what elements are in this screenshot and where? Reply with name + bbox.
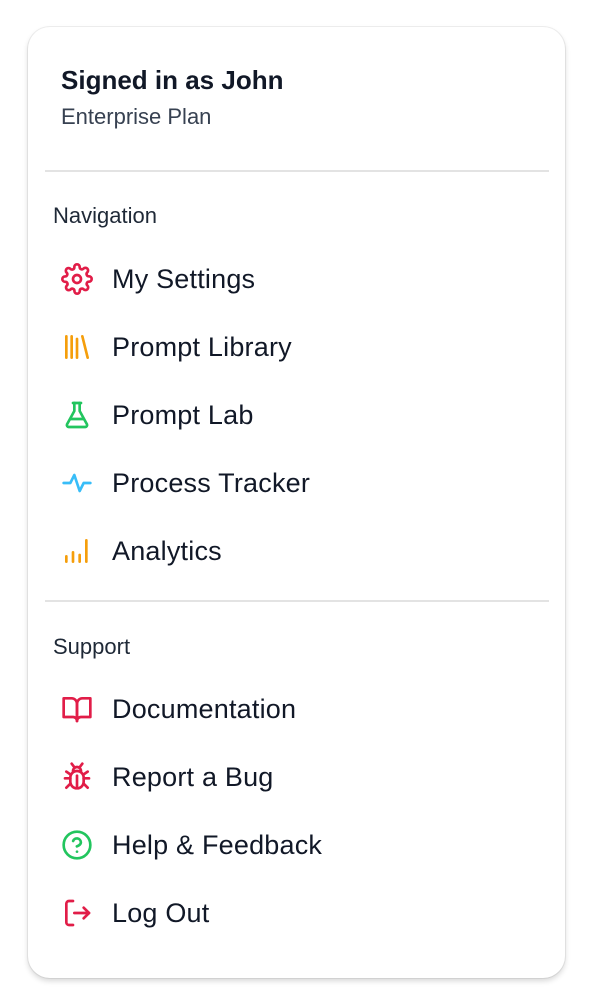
- menu-item-help-feedback[interactable]: Help & Feedback: [60, 820, 540, 870]
- help-circle-icon: [60, 828, 94, 862]
- menu-item-label: Process Tracker: [112, 467, 311, 498]
- section-title-support: Support: [53, 634, 131, 659]
- menu-item-label: Help & Feedback: [112, 829, 323, 860]
- menu-item-log-out[interactable]: Log Out: [60, 888, 540, 938]
- menu-item-label: Prompt Library: [112, 331, 292, 362]
- library-icon: [60, 330, 94, 364]
- menu-item-report-bug[interactable]: Report a Bug: [60, 752, 540, 802]
- menu-item-process-tracker[interactable]: Process Tracker: [60, 458, 540, 508]
- logout-icon: [60, 896, 94, 930]
- menu-item-label: Documentation: [112, 693, 297, 724]
- menu-item-label: Analytics: [112, 535, 222, 566]
- menu-item-label: Log Out: [112, 897, 210, 928]
- section-title-navigation: Navigation: [53, 203, 157, 228]
- divider: [45, 600, 549, 602]
- menu-item-analytics[interactable]: Analytics: [60, 526, 540, 576]
- menu-item-documentation[interactable]: Documentation: [60, 684, 540, 734]
- bug-icon: [60, 760, 94, 794]
- book-icon: [60, 692, 94, 726]
- user-menu: Signed in as John Enterprise Plan Naviga…: [28, 27, 565, 978]
- menu-item-my-settings[interactable]: My Settings: [60, 254, 540, 304]
- menu-item-label: Report a Bug: [112, 761, 274, 792]
- user-header: Signed in as John Enterprise Plan: [61, 63, 283, 132]
- divider: [45, 170, 549, 172]
- plan-label: Enterprise Plan: [61, 104, 212, 129]
- menu-item-prompt-library[interactable]: Prompt Library: [60, 322, 540, 372]
- flask-icon: [60, 398, 94, 432]
- menu-item-label: Prompt Lab: [112, 399, 254, 430]
- signed-in-label: Signed in as John: [61, 65, 284, 95]
- bar-chart-icon: [60, 534, 94, 568]
- menu-item-prompt-lab[interactable]: Prompt Lab: [60, 390, 540, 440]
- pulse-icon: [60, 466, 94, 500]
- menu-item-label: My Settings: [112, 263, 256, 294]
- gear-icon: [60, 262, 94, 296]
